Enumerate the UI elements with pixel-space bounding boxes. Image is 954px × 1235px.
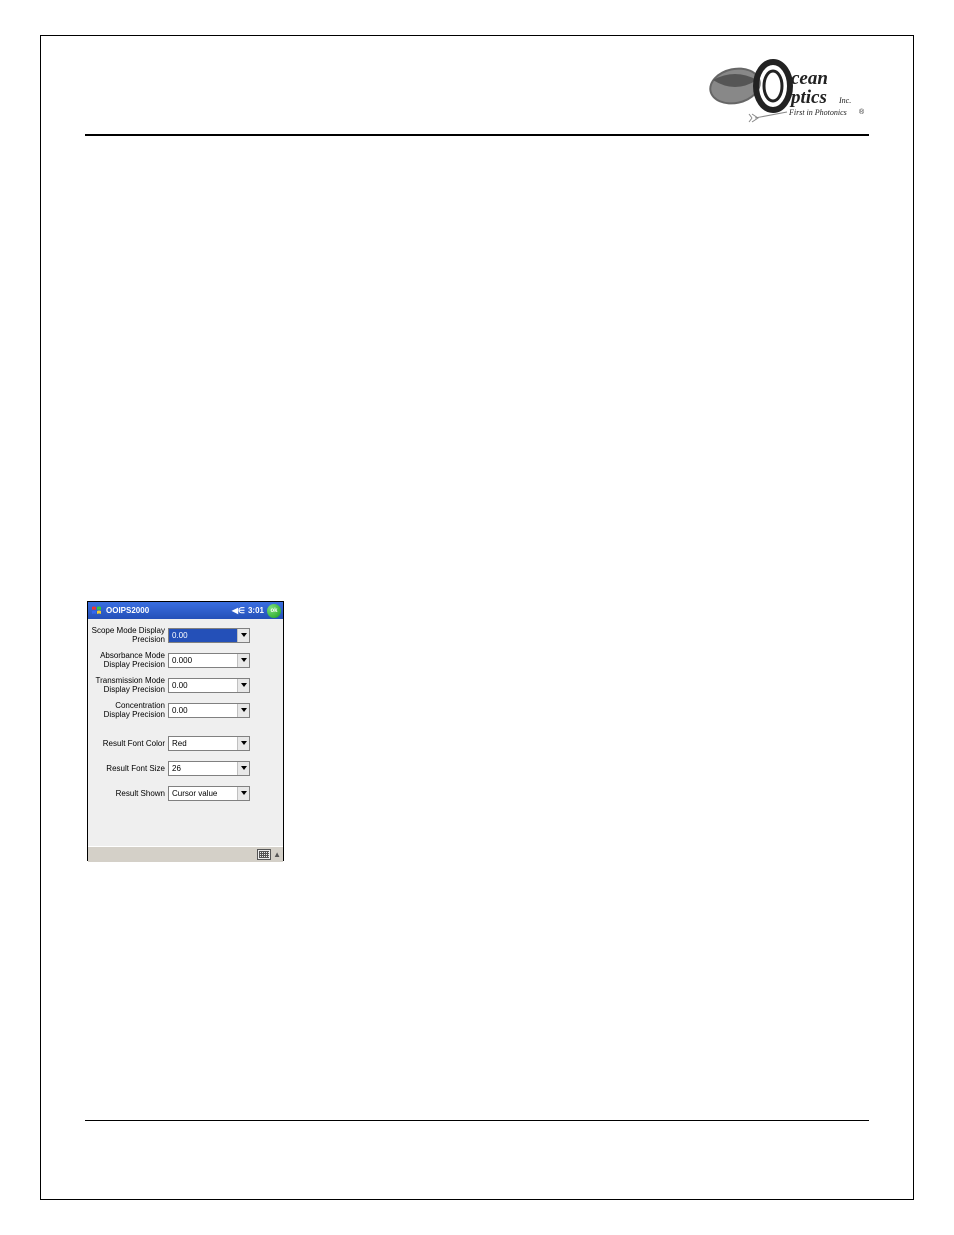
- label-scope-precision: Scope Mode Display Precision: [88, 626, 168, 644]
- combo-value: Cursor value: [172, 789, 217, 798]
- chevron-down-icon: [237, 629, 249, 642]
- svg-text:Inc.: Inc.: [838, 96, 851, 105]
- chevron-down-icon: [237, 679, 249, 692]
- up-triangle-icon[interactable]: ▲: [273, 850, 281, 859]
- bottom-bar: ▲: [88, 846, 283, 862]
- combo-result-shown[interactable]: Cursor value: [168, 786, 250, 801]
- row-transmission-precision: Transmission Mode Display Precision 0.00: [88, 674, 283, 696]
- windows-logo-icon: [90, 604, 103, 617]
- combo-value: 26: [172, 764, 181, 773]
- chevron-down-icon: [237, 787, 249, 800]
- footer-rule: [85, 1120, 869, 1121]
- clock-time: 3:01: [248, 606, 264, 615]
- combo-value: 0.000: [172, 656, 192, 665]
- combo-value: 0.00: [172, 681, 188, 690]
- row-concentration-precision: Concentration Display Precision 0.00: [88, 699, 283, 721]
- chevron-down-icon: [237, 737, 249, 750]
- combo-value: Red: [172, 739, 187, 748]
- label-concentration-precision: Concentration Display Precision: [88, 701, 168, 719]
- header-rule: [85, 134, 869, 136]
- brand-logo: cean ptics Inc. First in Photonics ®: [707, 58, 867, 128]
- chevron-down-icon: [237, 654, 249, 667]
- row-scope-precision: Scope Mode Display Precision 0.00: [88, 624, 283, 646]
- chevron-down-icon: [237, 704, 249, 717]
- ok-button[interactable]: ok: [267, 604, 281, 618]
- keyboard-icon[interactable]: [257, 849, 271, 860]
- svg-text:ptics: ptics: [789, 87, 827, 108]
- row-font-color: Result Font Color Red: [88, 732, 283, 754]
- label-font-size: Result Font Size: [88, 764, 168, 773]
- label-font-color: Result Font Color: [88, 739, 168, 748]
- label-absorbance-precision: Absorbance Mode Display Precision: [88, 651, 168, 669]
- combo-absorbance-precision[interactable]: 0.000: [168, 653, 250, 668]
- svg-text:First in Photonics: First in Photonics: [788, 108, 847, 117]
- row-font-size: Result Font Size 26: [88, 757, 283, 779]
- combo-scope-precision[interactable]: 0.00: [168, 628, 250, 643]
- speaker-icon: ◀∈: [232, 606, 245, 615]
- app-title: OOIPS2000: [106, 606, 232, 615]
- row-result-shown: Result Shown Cursor value: [88, 782, 283, 804]
- combo-font-size[interactable]: 26: [168, 761, 250, 776]
- page-frame: cean ptics Inc. First in Photonics ® OOI…: [40, 35, 914, 1200]
- svg-text:®: ®: [859, 108, 865, 116]
- combo-concentration-precision[interactable]: 0.00: [168, 703, 250, 718]
- titlebar: OOIPS2000 ◀∈ 3:01 ok: [88, 602, 283, 619]
- label-transmission-precision: Transmission Mode Display Precision: [88, 676, 168, 694]
- row-absorbance-precision: Absorbance Mode Display Precision 0.000: [88, 649, 283, 671]
- svg-text:cean: cean: [791, 68, 828, 89]
- combo-value: 0.00: [172, 706, 188, 715]
- combo-font-color[interactable]: Red: [168, 736, 250, 751]
- combo-transmission-precision[interactable]: 0.00: [168, 678, 250, 693]
- spacer: [88, 724, 283, 732]
- form-panel: Scope Mode Display Precision 0.00 Absorb…: [88, 619, 283, 846]
- pda-screenshot: OOIPS2000 ◀∈ 3:01 ok Scope Mode Display …: [87, 601, 284, 861]
- chevron-down-icon: [237, 762, 249, 775]
- label-result-shown: Result Shown: [88, 789, 168, 798]
- combo-value: 0.00: [172, 631, 188, 640]
